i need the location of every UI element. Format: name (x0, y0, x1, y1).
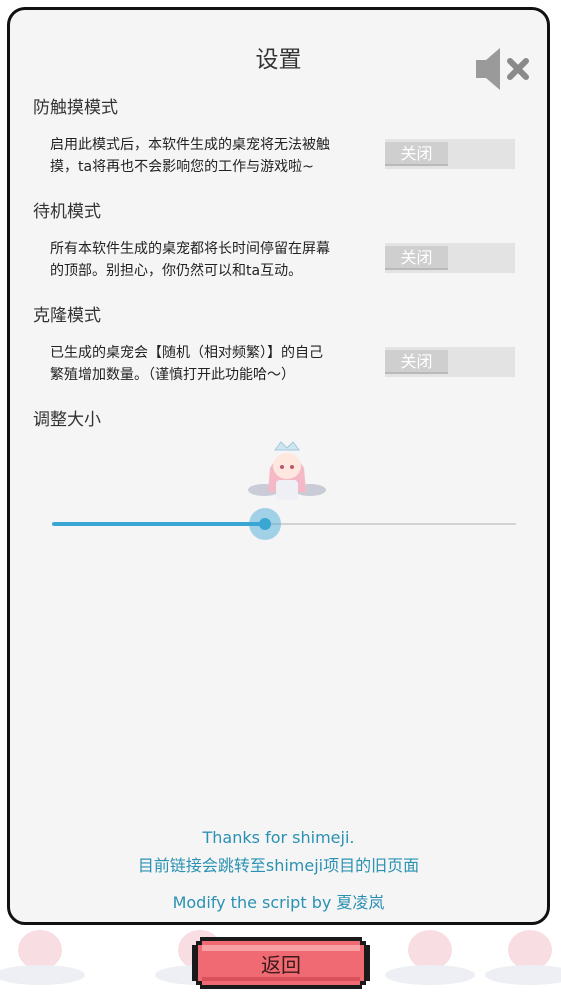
section-title-clone: 克隆模式 (33, 306, 101, 326)
back-button-label: 返回 (261, 953, 301, 977)
toggle-knob-label: 关闭 (385, 246, 448, 270)
desc-line: 的顶部。别担心，你仍然可以和ta互动。 (50, 263, 303, 279)
size-slider[interactable] (52, 508, 516, 540)
section-desc-anti-touch: 启用此模式后，本软件生成的桌宠将无法被触 摸，ta将再也不会影响您的工作与游戏啦… (50, 134, 370, 178)
desc-line: 启用此模式后，本软件生成的桌宠将无法被触 (50, 137, 330, 153)
shimeji-link[interactable]: 目前链接会跳转至shimeji项目的旧页面 (10, 852, 547, 876)
toggle-knob-label: 关闭 (385, 350, 448, 374)
speaker-muted-icon (476, 48, 529, 90)
slider-thumb[interactable] (249, 508, 282, 540)
clone-toggle[interactable]: 关闭 (385, 347, 515, 377)
desc-line: 已生成的桌宠会【随机（相对频繁）】的自己 (50, 345, 323, 361)
toggle-knob-label: 关闭 (385, 142, 448, 166)
section-desc-standby: 所有本软件生成的桌宠都将长时间停留在屏幕 的顶部。别担心，你仍然可以和ta互动。 (50, 238, 370, 282)
section-title-standby: 待机模式 (33, 202, 101, 222)
anti-touch-toggle[interactable]: 关闭 (385, 139, 515, 169)
section-title-anti-touch: 防触摸模式 (33, 98, 118, 118)
back-button[interactable]: 返回 (192, 937, 370, 989)
section-desc-clone: 已生成的桌宠会【随机（相对频繁）】的自己 繁殖增加数量。（谨慎打开此功能哈～） (50, 342, 370, 386)
standby-toggle[interactable]: 关闭 (385, 243, 515, 273)
settings-panel: 设置 防触摸模式 启用此模式后，本软件生成的桌宠将无法被触 摸，ta将再也不会影… (7, 7, 550, 925)
credit-author: Modify the script by 夏凌岚 (172, 893, 385, 912)
slider-thumb-core (259, 518, 272, 530)
page-title: 设置 (255, 47, 302, 73)
sound-toggle-button[interactable] (474, 44, 538, 94)
section-title-resize: 调整大小 (33, 410, 101, 430)
desc-line: 繁殖增加数量。（谨慎打开此功能哈～） (50, 367, 295, 383)
credit-thanks: Thanks for shimeji. (202, 828, 355, 847)
desc-line: 摸，ta将再也不会影响您的工作与游戏啦~ (50, 159, 314, 175)
desc-line: 所有本软件生成的桌宠都将长时间停留在屏幕 (50, 241, 330, 257)
angel-pet-sprite (248, 441, 326, 500)
slider-fill (52, 522, 266, 526)
